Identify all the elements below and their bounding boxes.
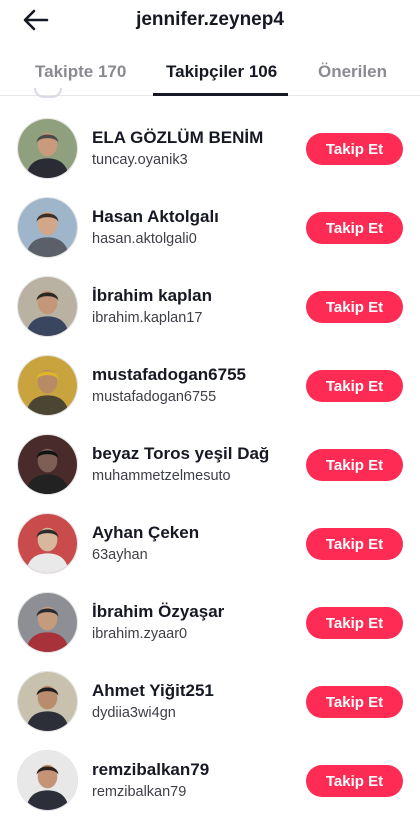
tab-followers[interactable]: Takipçiler 106 (166, 62, 277, 82)
header: jennifer.zeynep4 (0, 0, 420, 40)
user-handle: hasan.aktolgali0 (92, 231, 197, 247)
avatar[interactable] (17, 355, 78, 416)
user-name[interactable]: İbrahim kaplan (92, 286, 212, 306)
user-name[interactable]: mustafadogan6755 (92, 365, 246, 385)
list-item[interactable]: İbrahim kaplan ibrahim.kaplan17 Takip Et (0, 266, 420, 345)
list-item[interactable]: mustafadogan6755 mustafadogan6755 Takip Et (0, 345, 420, 424)
user-handle: dydiia3wi4gn (92, 705, 176, 721)
user-handle: remzibalkan79 (92, 784, 187, 800)
active-tab-indicator (153, 93, 288, 96)
user-name[interactable]: İbrahim Özyaşar (92, 602, 224, 622)
avatar[interactable] (17, 276, 78, 337)
tab-following[interactable]: Takipte 170 (35, 62, 126, 82)
user-handle: mustafadogan6755 (92, 389, 217, 405)
list-item[interactable]: remzibalkan79 remzibalkan79 Takip Et (0, 740, 420, 819)
page-title: jennifer.zeynep4 (136, 9, 284, 30)
follow-button[interactable]: Takip Et (306, 528, 403, 560)
avatar[interactable] (17, 118, 78, 179)
list-item[interactable]: Ahmet Yiğit251 dydiia3wi4gn Takip Et (0, 661, 420, 740)
follow-button[interactable]: Takip Et (306, 765, 403, 797)
user-name[interactable]: Ahmet Yiğit251 (92, 681, 214, 701)
avatar[interactable] (17, 434, 78, 495)
user-handle: 63ayhan (92, 547, 148, 563)
avatar[interactable] (17, 750, 78, 811)
list-item[interactable]: Hasan Aktolgalı hasan.aktolgali0 Takip Et (0, 187, 420, 266)
follow-button[interactable]: Takip Et (306, 291, 403, 323)
tab-suggested[interactable]: Önerilen (318, 62, 387, 82)
avatar[interactable] (17, 671, 78, 732)
follow-button[interactable]: Takip Et (306, 607, 403, 639)
user-handle: muhammetzelmesuto (92, 468, 231, 484)
user-handle: ibrahim.zyaar0 (92, 626, 188, 642)
list-item[interactable]: İbrahim Özyaşar ibrahim.zyaar0 Takip Et (0, 582, 420, 661)
partial-avatar (34, 88, 62, 98)
user-name[interactable]: Ayhan Çeken (92, 523, 199, 543)
tab-bar: Takipte 170 Takipçiler 106 Önerilen (0, 56, 420, 96)
follow-button[interactable]: Takip Et (306, 449, 403, 481)
follow-button[interactable]: Takip Et (306, 370, 403, 402)
follower-list: ELA GÖZLÜM BENİM tuncay.oyanik3 Takip Et Ha… (0, 108, 420, 819)
follow-button[interactable]: Takip Et (306, 133, 403, 165)
user-name[interactable]: Hasan Aktolgalı (92, 207, 219, 227)
user-name[interactable]: ELA GÖZLÜM BENİM (92, 128, 263, 148)
user-handle: ibrahim.kaplan17 (92, 310, 203, 326)
follow-button[interactable]: Takip Et (306, 686, 403, 718)
avatar[interactable] (17, 513, 78, 574)
avatar[interactable] (17, 197, 78, 258)
user-name[interactable]: beyaz Toros yeşil Dağ (92, 444, 269, 464)
list-item[interactable]: ELA GÖZLÜM BENİM tuncay.oyanik3 Takip Et (0, 108, 420, 187)
avatar[interactable] (17, 592, 78, 653)
follow-button[interactable]: Takip Et (306, 212, 403, 244)
list-item[interactable]: Ayhan Çeken 63ayhan Takip Et (0, 503, 420, 582)
user-handle: tuncay.oyanik3 (92, 152, 188, 168)
list-item[interactable]: beyaz Toros yeşil Dağ muhammetzelmesuto Ta… (0, 424, 420, 503)
user-name[interactable]: remzibalkan79 (92, 760, 209, 780)
